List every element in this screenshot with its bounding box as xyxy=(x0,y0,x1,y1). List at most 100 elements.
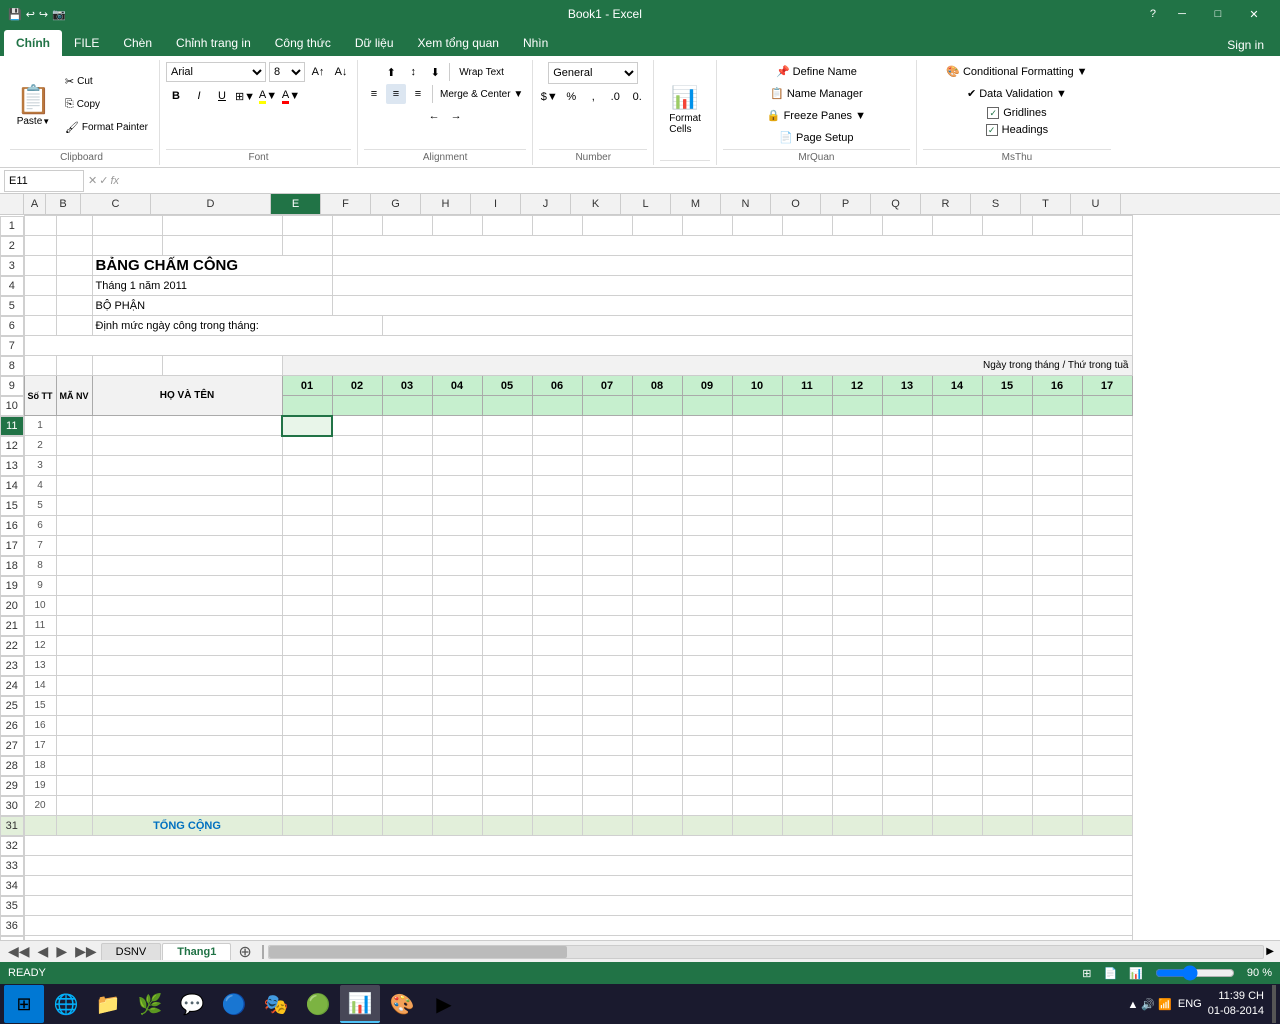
cell-I10[interactable] xyxy=(482,396,532,416)
row-num-7[interactable]: 7 xyxy=(0,336,24,356)
cell-Q11[interactable] xyxy=(882,416,932,436)
taskbar-app5-button[interactable]: 🎭 xyxy=(256,985,296,1023)
row-num-22[interactable]: 22 xyxy=(0,636,24,656)
tab-du-lieu[interactable]: Dữ liệu xyxy=(343,30,406,56)
cell-M11[interactable] xyxy=(682,416,732,436)
cell-F4-wide[interactable] xyxy=(332,276,1132,296)
row-num-10[interactable]: 10 xyxy=(0,396,24,416)
row-num-18[interactable]: 18 xyxy=(0,556,24,576)
taskbar-explorer-button[interactable]: 📁 xyxy=(88,985,128,1023)
cell-E10[interactable] xyxy=(282,396,332,416)
currency-button[interactable]: $▼ xyxy=(539,87,559,107)
taskbar-ie-button[interactable]: 🌐 xyxy=(46,985,86,1023)
taskbar-clock[interactable]: 11:39 CH 01-08-2014 xyxy=(1208,989,1264,1020)
tab-chinh-trang-in[interactable]: Chỉnh trang in xyxy=(164,30,263,56)
merge-center-button[interactable]: Merge & Center ▼ xyxy=(437,84,526,104)
col-header-U[interactable]: U xyxy=(1071,194,1121,214)
taskbar-app9-button[interactable]: ▶ xyxy=(424,985,464,1023)
cell-A2[interactable] xyxy=(24,236,56,256)
underline-button[interactable]: U xyxy=(212,86,232,106)
cell-K1[interactable] xyxy=(582,216,632,236)
close-button[interactable]: ✕ xyxy=(1236,0,1272,28)
row-num-25[interactable]: 25 xyxy=(0,696,24,716)
cell-J1[interactable] xyxy=(532,216,582,236)
comma-button[interactable]: , xyxy=(583,87,603,107)
tab-nhin[interactable]: Nhìn xyxy=(511,30,560,56)
sheet-tab-thang1[interactable]: Thang1 xyxy=(162,943,231,960)
row-num-32[interactable]: 32 xyxy=(0,836,24,856)
align-right-button[interactable]: ≡ xyxy=(408,84,428,104)
cell-G10[interactable] xyxy=(382,396,432,416)
font-size-select[interactable]: 8 xyxy=(269,62,305,82)
cell-F5-wide[interactable] xyxy=(332,296,1132,316)
row-num-26[interactable]: 26 xyxy=(0,716,24,736)
cell-C2[interactable] xyxy=(92,236,162,256)
cell-A4[interactable] xyxy=(24,276,56,296)
cell-E2[interactable] xyxy=(282,236,332,256)
align-center-button[interactable]: ≡ xyxy=(386,84,406,104)
cell-M1[interactable] xyxy=(682,216,732,236)
row-num-33[interactable]: 33 xyxy=(0,856,24,876)
col-header-P[interactable]: P xyxy=(821,194,871,214)
borders-button[interactable]: ⊞▼ xyxy=(235,86,255,106)
col-header-R[interactable]: R xyxy=(921,194,971,214)
align-left-button[interactable]: ≡ xyxy=(364,84,384,104)
row-num-19[interactable]: 19 xyxy=(0,576,24,596)
cell-H11[interactable] xyxy=(432,416,482,436)
cell-R11[interactable] xyxy=(932,416,982,436)
signin-area[interactable]: Sign in xyxy=(1215,34,1276,56)
cell-T1[interactable] xyxy=(1032,216,1082,236)
cell-A5[interactable] xyxy=(24,296,56,316)
freeze-panes-button[interactable]: 🔒 Freeze Panes ▼ xyxy=(762,106,871,125)
cell-B5[interactable] xyxy=(56,296,92,316)
fill-color-button[interactable]: A▼ xyxy=(258,86,278,106)
cell-C4[interactable]: Tháng 1 năm 2011 xyxy=(92,276,332,296)
cell-G6-wide[interactable] xyxy=(382,316,1132,336)
col-header-T[interactable]: T xyxy=(1021,194,1071,214)
cell-C8[interactable] xyxy=(92,356,162,376)
cell-D1[interactable] xyxy=(162,216,282,236)
cell-C9-ho-va-ten[interactable]: HỌ VÀ TÊN xyxy=(92,376,282,416)
zoom-slider[interactable] xyxy=(1155,967,1235,979)
sheet-nav-next[interactable]: ▶ xyxy=(52,943,71,960)
taskbar-excel-button[interactable]: 📊 xyxy=(340,985,380,1023)
cell-F2-wide[interactable] xyxy=(332,236,1132,256)
decrease-font-size-button[interactable]: A↓ xyxy=(331,62,351,82)
cell-Q9-13[interactable]: 13 xyxy=(882,376,932,396)
align-bottom-button[interactable]: ⬇ xyxy=(425,62,445,82)
cell-K10[interactable] xyxy=(582,396,632,416)
view-layout-icon[interactable]: 📄 xyxy=(1104,967,1118,980)
cell-U10[interactable] xyxy=(1082,396,1132,416)
row-num-2[interactable]: 2 xyxy=(0,236,24,256)
row-num-9[interactable]: 9 xyxy=(0,376,24,396)
function-icon[interactable]: fx xyxy=(110,175,119,187)
row-num-30[interactable]: 30 xyxy=(0,796,24,816)
data-validation-button[interactable]: ✔ Data Validation ▼ xyxy=(962,84,1072,103)
bold-button[interactable]: B xyxy=(166,86,186,106)
row-num-13[interactable]: 13 xyxy=(0,456,24,476)
cell-R9-14[interactable]: 14 xyxy=(932,376,982,396)
tab-file[interactable]: FILE xyxy=(62,30,111,56)
cell-K11[interactable] xyxy=(582,416,632,436)
restore-button[interactable]: □ xyxy=(1200,0,1236,28)
col-header-E[interactable]: E xyxy=(271,194,321,214)
window-controls[interactable]: ─ □ ✕ xyxy=(1164,0,1272,28)
language-indicator[interactable]: ENG xyxy=(1178,998,1202,1010)
format-cells-button[interactable]: 📊 FormatCells xyxy=(660,80,710,140)
cell-O1[interactable] xyxy=(782,216,832,236)
row-num-14[interactable]: 14 xyxy=(0,476,24,496)
col-header-C[interactable]: C xyxy=(81,194,151,214)
col-header-I[interactable]: I xyxy=(471,194,521,214)
headings-checkbox[interactable]: ✓ Headings xyxy=(986,123,1048,137)
cell-B11[interactable] xyxy=(56,416,92,436)
start-button[interactable]: ⊞ xyxy=(4,985,44,1023)
cell-L9-08[interactable]: 08 xyxy=(632,376,682,396)
col-header-B[interactable]: B xyxy=(46,194,81,214)
cell-H1[interactable] xyxy=(432,216,482,236)
percent-button[interactable]: % xyxy=(561,87,581,107)
cell-G11[interactable] xyxy=(382,416,432,436)
font-name-select[interactable]: Arial xyxy=(166,62,266,82)
col-header-J[interactable]: J xyxy=(521,194,571,214)
cell-I11[interactable] xyxy=(482,416,532,436)
formula-input[interactable] xyxy=(123,170,1276,192)
